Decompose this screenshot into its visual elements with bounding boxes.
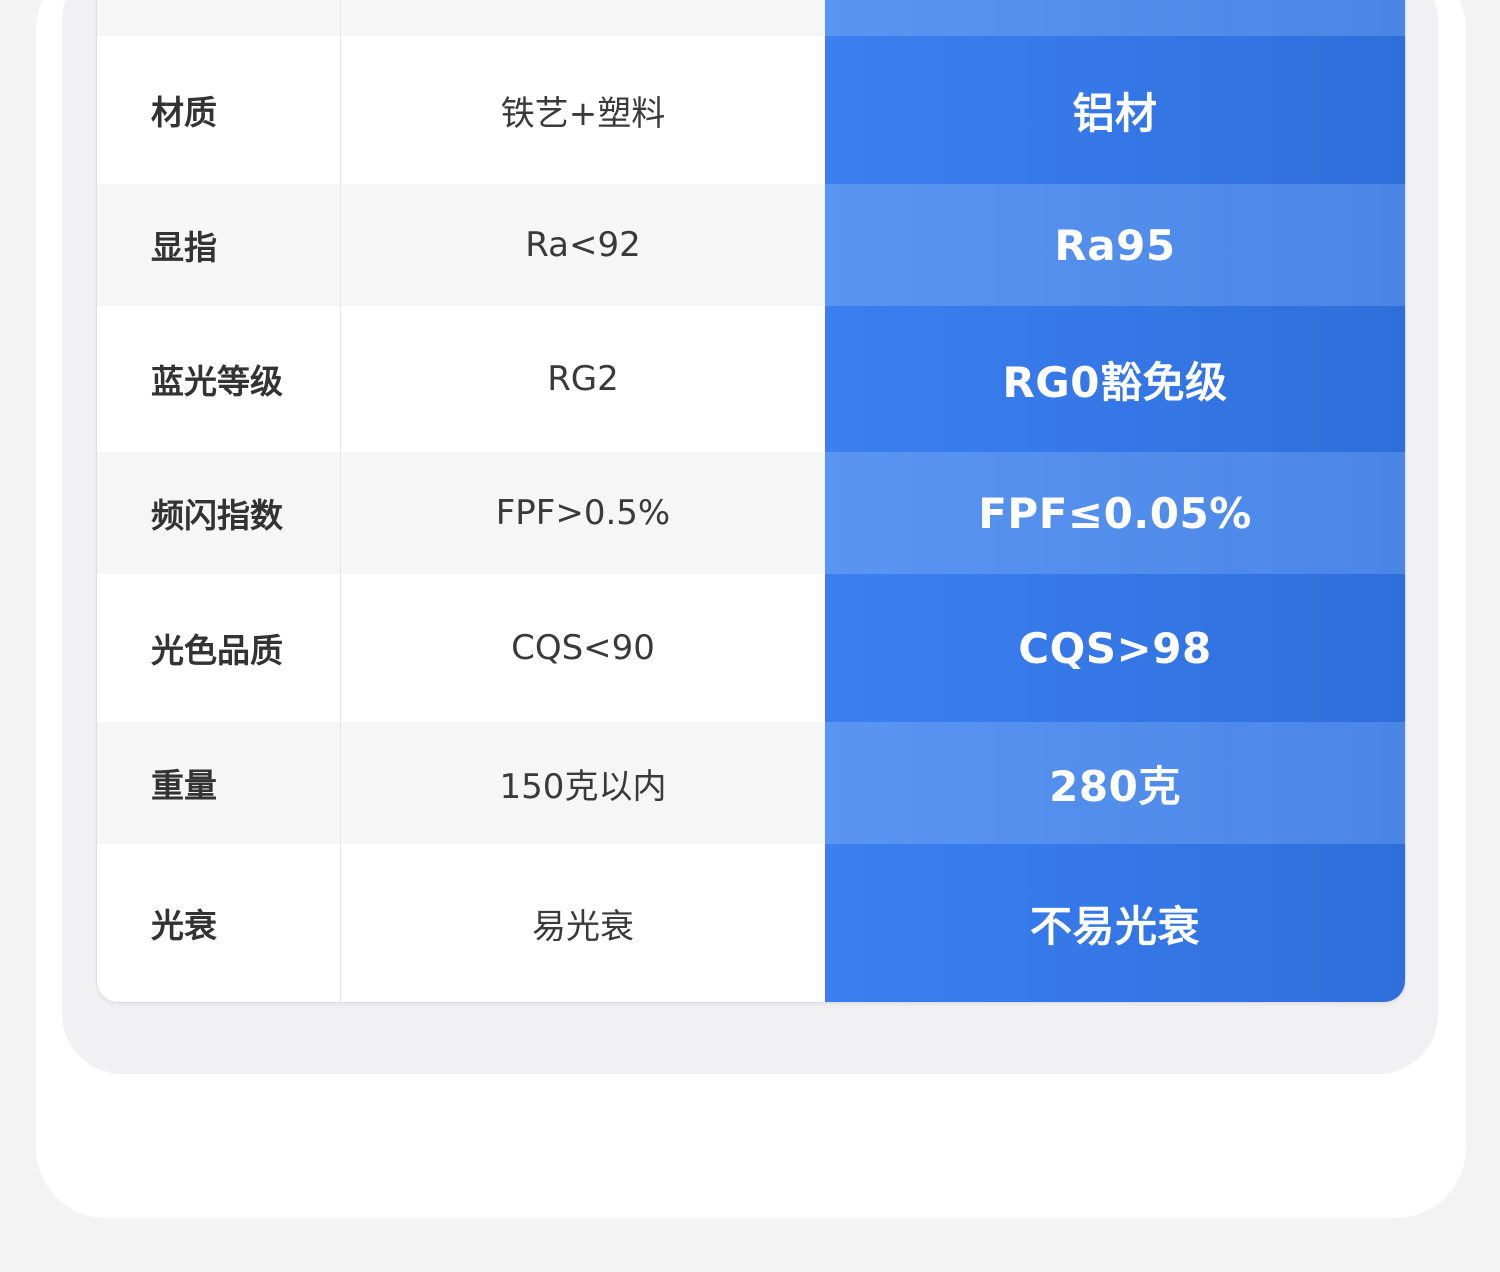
- row-label: 重量: [97, 722, 341, 844]
- our-value: Ra95: [825, 184, 1405, 306]
- row-label: 光色品质: [97, 574, 341, 722]
- table-row-lumen-decay: 光衰 易光衰 不易光衰: [97, 844, 1405, 1002]
- row-label: 光衰: [97, 844, 341, 1002]
- table-row-blue-light: 蓝光等级 RG2 RG0豁免级: [97, 306, 1405, 452]
- comparison-table: 材质 铁艺+塑料 铝材 显指 Ra<92 Ra95 蓝光等级 RG2 RG0豁免…: [96, 0, 1406, 1003]
- row-label: 显指: [97, 184, 341, 306]
- our-value: 铝材: [825, 36, 1405, 184]
- table-row-color-quality: 光色品质 CQS<90 CQS>98: [97, 574, 1405, 722]
- other-value: Ra<92: [341, 184, 825, 306]
- our-value: CQS>98: [825, 574, 1405, 722]
- our-value: 280克: [825, 722, 1405, 844]
- row-label: [97, 0, 341, 36]
- table-row-header-partial: [97, 0, 1405, 36]
- other-value: 150克以内: [341, 722, 825, 844]
- our-value: 不易光衰: [825, 844, 1405, 1002]
- our-value: [825, 0, 1405, 36]
- row-label: 蓝光等级: [97, 306, 341, 452]
- row-label: 频闪指数: [97, 452, 341, 574]
- other-value: FPF>0.5%: [341, 452, 825, 574]
- table-row-flicker: 频闪指数 FPF>0.5% FPF≤0.05%: [97, 452, 1405, 574]
- table-row-material: 材质 铁艺+塑料 铝材: [97, 36, 1405, 184]
- other-value: 易光衰: [341, 844, 825, 1002]
- row-label: 材质: [97, 36, 341, 184]
- table-row-cri: 显指 Ra<92 Ra95: [97, 184, 1405, 306]
- other-value: CQS<90: [341, 574, 825, 722]
- table-row-weight: 重量 150克以内 280克: [97, 722, 1405, 844]
- our-value: RG0豁免级: [825, 306, 1405, 452]
- other-value: [341, 0, 825, 36]
- our-value: FPF≤0.05%: [825, 452, 1405, 574]
- other-value: RG2: [341, 306, 825, 452]
- other-value: 铁艺+塑料: [341, 36, 825, 184]
